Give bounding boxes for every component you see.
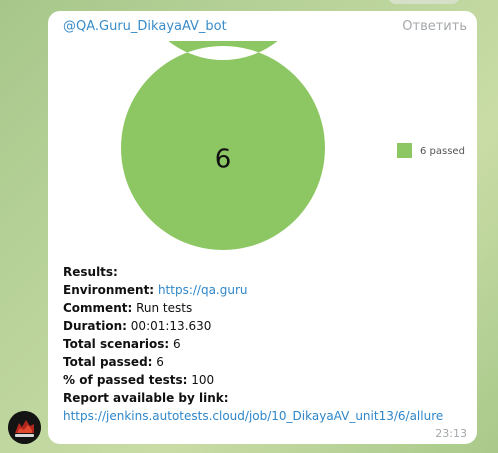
environment-link[interactable]: https://qa.guru [158,283,248,297]
total-scenarios-value: 6 [173,337,181,351]
reply-button[interactable]: Ответить [402,19,467,34]
duration-value: 00:01:13.630 [130,319,212,333]
duration-label: Duration: [63,319,127,333]
comment-value: Run tests [136,301,193,315]
chart-image[interactable]: 6 6 passed [48,0,477,261]
results-line: Results: [63,263,468,281]
total-scenarios-line: Total scenarios: 6 [63,335,468,353]
donut-chart: 6 6 passed [121,0,465,250]
total-passed-line: Total passed: 6 [63,353,468,371]
chart-center-label: 6 [215,145,232,175]
sender-name[interactable]: @QA.Guru_DikayaAV_bot [63,19,227,34]
legend-label-0: 6 passed [420,146,465,157]
percent-passed-value: 100 [191,373,215,387]
environment-label: Environment: [63,283,155,297]
comment-label: Comment: [63,301,133,315]
report-link-label: Report available by link: [63,391,229,405]
bot-avatar[interactable] [8,411,41,444]
legend-swatch-0 [397,143,412,158]
report-link-label-line: Report available by link: [63,389,468,407]
environment-line: Environment: https://qa.guru [63,281,468,299]
total-passed-label: Total passed: [63,355,153,369]
message-time: 23:13 [435,427,467,440]
message-bubble: @QA.Guru_DikayaAV_bot Ответить 6 6 passe… [48,0,477,444]
results-label: Results: [63,265,118,279]
percent-passed-label: % of passed tests: [63,373,188,387]
percent-passed-line: % of passed tests: 100 [63,371,468,389]
comment-line: Comment: Run tests [63,299,468,317]
report-link[interactable]: https://jenkins.autotests.cloud/job/10_D… [63,409,443,423]
total-scenarios-label: Total scenarios: [63,337,170,351]
report-text: Results: Environment: https://qa.guru Co… [63,263,468,425]
previous-message-edge [388,0,460,4]
duration-line: Duration: 00:01:13.630 [63,317,468,335]
total-passed-value: 6 [156,355,164,369]
avatar-logo-icon [8,411,41,444]
report-link-line: https://jenkins.autotests.cloud/job/10_D… [63,407,468,425]
